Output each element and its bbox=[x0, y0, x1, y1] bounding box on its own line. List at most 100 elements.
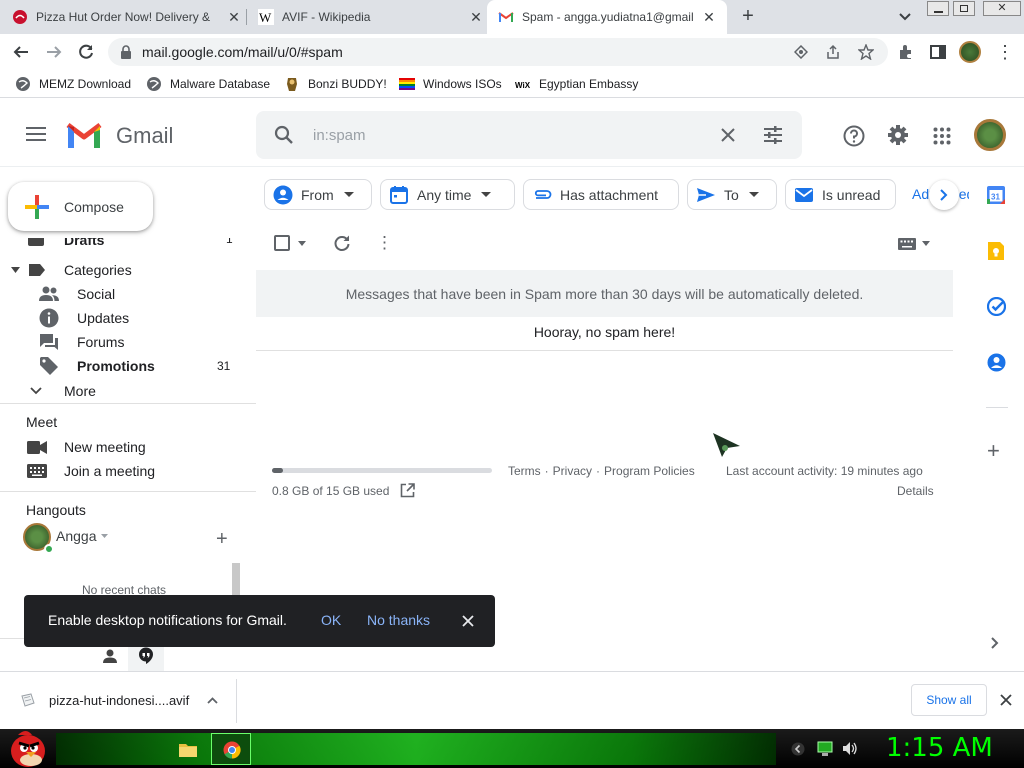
tab-pizza-hut[interactable]: Pizza Hut Order Now! Delivery & ✕ bbox=[12, 0, 242, 34]
side-panel-icon[interactable] bbox=[929, 43, 947, 61]
account-avatar[interactable] bbox=[974, 119, 1006, 151]
share-icon[interactable] bbox=[825, 44, 841, 60]
bookmark-malware-database[interactable]: Malware Database bbox=[146, 76, 270, 92]
bookmark-bonzi-buddy[interactable]: Bonzi BUDDY! bbox=[284, 76, 387, 92]
new-meeting-button[interactable]: New meeting bbox=[0, 435, 240, 459]
hangouts-user-menu[interactable]: Angga bbox=[56, 528, 109, 544]
more-actions-icon[interactable]: ⋮ bbox=[376, 233, 393, 253]
profile-avatar[interactable] bbox=[959, 41, 981, 63]
mail-unread-icon bbox=[795, 187, 813, 202]
refresh-icon[interactable] bbox=[333, 234, 351, 252]
browser-menu-icon[interactable]: ⋮ bbox=[996, 42, 1014, 62]
filter-chip-any-time[interactable]: Any time bbox=[380, 179, 515, 210]
chips-scroll-right-button[interactable] bbox=[929, 180, 959, 210]
bookmark-star-icon[interactable] bbox=[858, 44, 874, 60]
join-meeting-button[interactable]: Join a meeting bbox=[0, 459, 240, 483]
sidebar-item-forums[interactable]: Forums bbox=[0, 330, 240, 354]
address-bar[interactable]: mail.google.com/mail/u/0/#spam bbox=[108, 38, 888, 66]
sidebar-item-more[interactable]: More bbox=[0, 379, 240, 403]
url-text[interactable]: mail.google.com/mail/u/0/#spam bbox=[142, 44, 343, 60]
terms-link[interactable]: Terms bbox=[508, 464, 541, 478]
close-downloads-icon[interactable] bbox=[1000, 694, 1012, 706]
caret-down-icon[interactable] bbox=[11, 267, 20, 273]
get-addons-icon[interactable]: + bbox=[987, 440, 1000, 462]
new-conversation-icon[interactable]: + bbox=[216, 529, 228, 549]
select-dropdown-icon[interactable] bbox=[298, 241, 306, 246]
search-bar[interactable]: in:spam bbox=[256, 111, 802, 159]
calendar-app-icon[interactable]: 31 bbox=[986, 185, 1006, 205]
bookmark-egyptian-embassy[interactable]: WiX Egyptian Embassy bbox=[515, 76, 638, 92]
filter-chip-to[interactable]: To bbox=[687, 179, 777, 210]
download-file-name[interactable]: pizza-hut-indonesi....avif bbox=[49, 693, 189, 708]
gmail-logo-icon[interactable] bbox=[65, 122, 103, 150]
sidebar-item-updates[interactable]: Updates bbox=[0, 306, 240, 330]
taskbar-chrome[interactable] bbox=[211, 733, 251, 765]
sidebar-item-social[interactable]: Social bbox=[0, 282, 240, 306]
drafts-label: Drafts bbox=[64, 238, 105, 248]
contacts-app-icon[interactable] bbox=[987, 353, 1006, 372]
details-link[interactable]: Details bbox=[897, 484, 934, 498]
close-tab-icon[interactable]: ✕ bbox=[701, 9, 717, 26]
hangouts-chat-icon[interactable] bbox=[138, 647, 154, 665]
contacts-tab-icon[interactable] bbox=[102, 648, 118, 664]
taskbar-clock[interactable]: 1:15 AM bbox=[886, 733, 993, 763]
filter-chip-has-attachment[interactable]: Has attachment bbox=[523, 179, 679, 210]
chevron-up-icon[interactable] bbox=[207, 697, 218, 704]
search-input[interactable]: in:spam bbox=[313, 127, 366, 144]
minimize-button[interactable] bbox=[927, 1, 949, 16]
clear-search-icon[interactable] bbox=[721, 128, 735, 142]
keep-app-icon[interactable] bbox=[987, 241, 1005, 261]
show-side-panel-icon[interactable] bbox=[991, 637, 999, 649]
reload-icon[interactable] bbox=[77, 43, 95, 61]
close-icon[interactable] bbox=[462, 615, 474, 627]
install-app-icon[interactable] bbox=[794, 45, 808, 59]
input-tools-keyboard-icon[interactable] bbox=[898, 238, 916, 250]
snackbar-ok-button[interactable]: OK bbox=[321, 612, 341, 628]
extensions-icon[interactable] bbox=[897, 43, 915, 61]
select-all-checkbox[interactable] bbox=[274, 235, 290, 251]
search-options-icon[interactable] bbox=[763, 126, 783, 144]
lock-icon[interactable] bbox=[120, 45, 132, 59]
bookmark-memz[interactable]: MEMZ Download bbox=[15, 76, 131, 92]
volume-icon[interactable] bbox=[842, 741, 858, 756]
back-icon[interactable] bbox=[12, 43, 30, 61]
gmail-logo-text[interactable]: Gmail bbox=[116, 123, 173, 149]
help-icon[interactable] bbox=[843, 125, 865, 147]
bookmark-windows-isos[interactable]: Windows ISOs bbox=[399, 76, 502, 92]
filter-chip-is-unread[interactable]: Is unread bbox=[785, 179, 896, 210]
categories-label: Categories bbox=[64, 262, 132, 278]
close-tab-icon[interactable]: ✕ bbox=[226, 9, 242, 26]
tab-search-icon[interactable] bbox=[896, 9, 914, 25]
show-all-downloads-button[interactable]: Show all bbox=[911, 684, 987, 716]
search-icon[interactable] bbox=[274, 125, 294, 145]
settings-gear-icon[interactable] bbox=[887, 124, 909, 146]
apps-grid-icon[interactable] bbox=[933, 127, 951, 145]
open-in-new-icon[interactable] bbox=[400, 483, 415, 498]
tab-avif-wikipedia[interactable]: W AVIF - Wikipedia ✕ bbox=[258, 0, 484, 34]
tray-expand-icon[interactable] bbox=[791, 742, 805, 756]
sidebar-drafts-clipped[interactable]: Drafts 1 bbox=[0, 238, 240, 250]
privacy-link[interactable]: Privacy bbox=[553, 464, 592, 478]
network-icon[interactable] bbox=[816, 741, 834, 757]
tab-title: Spam - angga.yudiatna1@gmail bbox=[522, 10, 694, 24]
tab-title: AVIF - Wikipedia bbox=[282, 10, 371, 24]
restore-button[interactable] bbox=[953, 1, 975, 16]
forward-icon[interactable] bbox=[45, 43, 63, 61]
tag-icon bbox=[40, 357, 58, 375]
taskbar-file-explorer[interactable] bbox=[172, 733, 204, 765]
input-tools-dropdown-icon[interactable] bbox=[922, 241, 930, 246]
tasks-app-icon[interactable] bbox=[987, 297, 1006, 316]
close-tab-icon[interactable]: ✕ bbox=[468, 9, 484, 26]
compose-button[interactable]: Compose bbox=[8, 182, 153, 231]
sidebar-item-promotions[interactable]: Promotions 31 bbox=[0, 354, 240, 378]
filter-chip-from[interactable]: From bbox=[264, 179, 372, 210]
pizza-hut-icon bbox=[13, 10, 27, 24]
program-policies-link[interactable]: Program Policies bbox=[604, 464, 695, 478]
tab-gmail-spam[interactable]: Spam - angga.yudiatna1@gmail ✕ bbox=[487, 0, 727, 34]
new-tab-button[interactable]: + bbox=[738, 6, 758, 26]
angry-bird-start-icon[interactable] bbox=[6, 729, 48, 768]
sidebar-item-categories[interactable]: Categories bbox=[0, 258, 240, 282]
close-window-button[interactable]: ✕ bbox=[983, 1, 1021, 16]
main-menu-icon[interactable] bbox=[26, 127, 46, 141]
snackbar-no-thanks-button[interactable]: No thanks bbox=[367, 612, 430, 628]
